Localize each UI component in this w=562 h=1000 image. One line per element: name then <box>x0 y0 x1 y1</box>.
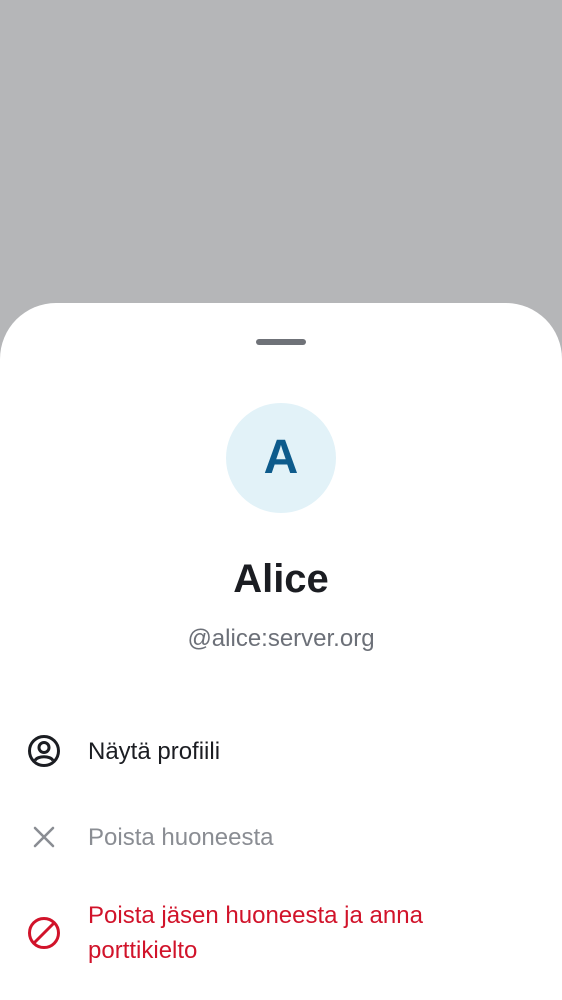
display-name: Alice <box>233 557 329 601</box>
close-icon <box>26 819 62 855</box>
remove-from-room-button[interactable]: Poista huoneesta <box>0 817 562 857</box>
avatar: A <box>226 403 336 513</box>
avatar-initial: A <box>263 431 299 484</box>
ban-user-button[interactable]: Poista jäsen huoneesta ja anna porttikie… <box>0 893 562 973</box>
drag-handle[interactable] <box>256 339 306 345</box>
ban-user-label: Poista jäsen huoneesta ja anna porttikie… <box>88 902 423 964</box>
view-profile-button[interactable]: Näytä profiili <box>0 731 562 771</box>
remove-from-room-label: Poista huoneesta <box>88 823 274 851</box>
user-profile-icon <box>26 733 62 769</box>
view-profile-label: Näytä profiili <box>88 737 221 765</box>
block-icon <box>26 915 62 951</box>
background-scrim[interactable] <box>0 0 562 304</box>
user-id: @alice:server.org <box>187 625 375 652</box>
bottom-sheet: A Alice @alice:server.org Näytä profiili… <box>0 303 562 1000</box>
